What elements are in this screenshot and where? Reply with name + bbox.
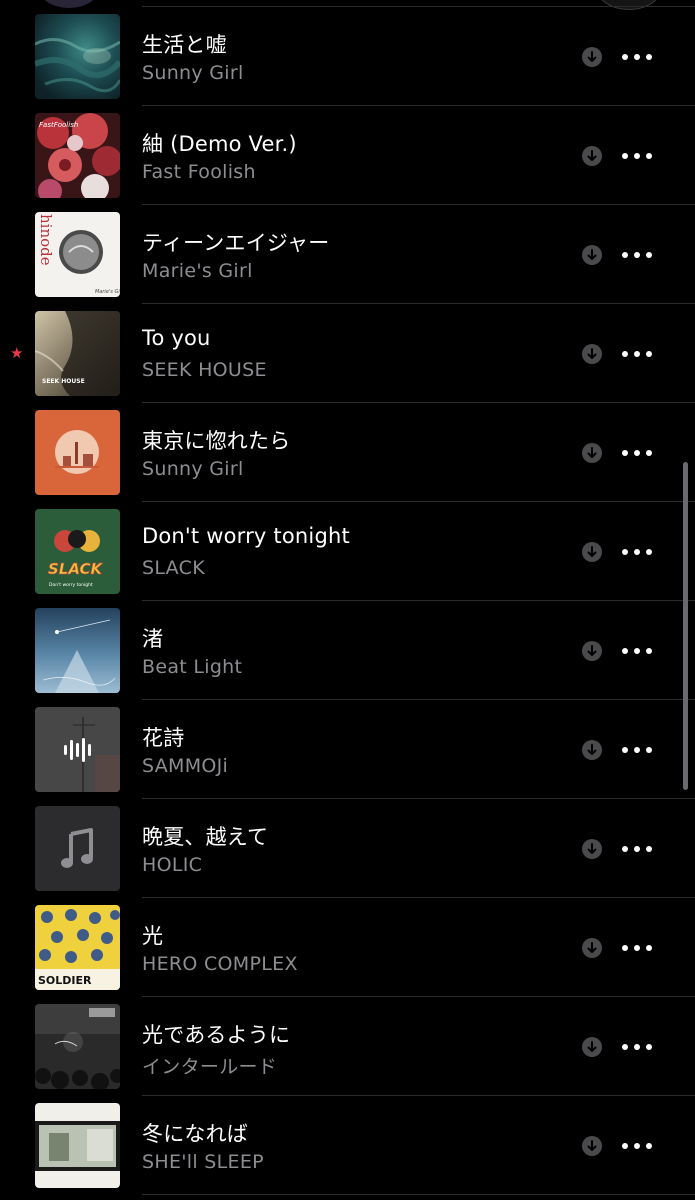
- download-icon[interactable]: [582, 1136, 602, 1156]
- track-row[interactable]: SOLDIER 光 HERO COMPLEX: [0, 898, 695, 997]
- svg-text:FastFoolish: FastFoolish: [39, 121, 78, 129]
- song-list-screen: 生活と嘘 Sunny Girl FastFoolish 紬 (Demo Ver.…: [0, 0, 695, 1200]
- download-icon[interactable]: [582, 740, 602, 760]
- track-title: 光であるように: [142, 1023, 291, 1047]
- download-icon[interactable]: [582, 641, 602, 661]
- track-title: 冬になれば: [142, 1122, 248, 1146]
- more-options-icon[interactable]: [622, 738, 652, 762]
- track-title: Don't worry tonight: [142, 524, 350, 548]
- album-artwork: SOLDIER: [35, 905, 120, 990]
- track-artist: Marie's Girl: [142, 260, 253, 282]
- track-row[interactable]: FastFoolish 紬 (Demo Ver.) Fast Foolish: [0, 106, 695, 205]
- download-icon[interactable]: [582, 245, 602, 265]
- album-artwork: [35, 410, 120, 495]
- track-artist: Beat Light: [142, 656, 243, 678]
- download-icon[interactable]: [582, 839, 602, 859]
- album-artwork: [35, 1103, 120, 1188]
- more-options-icon[interactable]: [622, 342, 652, 366]
- svg-text:hinode: hinode: [37, 214, 55, 266]
- track-title: 渚: [142, 627, 164, 651]
- divider: [142, 1194, 695, 1195]
- svg-text:SOLDIER: SOLDIER: [38, 974, 92, 987]
- svg-text:SEEK HOUSE: SEEK HOUSE: [42, 378, 85, 385]
- track-title: 光: [142, 924, 164, 948]
- track-title: 花詩: [142, 726, 185, 750]
- more-options-icon[interactable]: [622, 1035, 652, 1059]
- track-row[interactable]: 生活と嘘 Sunny Girl: [0, 7, 695, 106]
- track-title: 東京に惚れたら: [142, 429, 291, 453]
- album-artwork: [35, 14, 120, 99]
- more-options-icon[interactable]: [622, 837, 652, 861]
- track-row[interactable]: ★ SEEK HOUSE To you SEEK HOUSE: [0, 304, 695, 403]
- more-options-icon[interactable]: [622, 1134, 652, 1158]
- more-options-icon[interactable]: [622, 936, 652, 960]
- track-artist: SLACK: [142, 557, 205, 579]
- album-artwork: SLACK Don't worry tonight: [35, 509, 120, 594]
- svg-text:Marie's Girl: Marie's Girl: [95, 289, 120, 295]
- track-row[interactable]: 渚 Beat Light: [0, 601, 695, 700]
- more-options-icon[interactable]: [622, 243, 652, 267]
- track-artist: HERO COMPLEX: [142, 953, 298, 975]
- download-icon[interactable]: [582, 146, 602, 166]
- album-artwork: hinode Marie's Girl: [35, 212, 120, 297]
- scrollbar[interactable]: [683, 462, 688, 790]
- album-artwork: [35, 608, 120, 693]
- track-artist: SHE'll SLEEP: [142, 1151, 264, 1173]
- svg-text:SLACK: SLACK: [48, 560, 104, 578]
- track-row[interactable]: SLACK Don't worry tonight Don't worry to…: [0, 502, 695, 601]
- track-artist: Fast Foolish: [142, 161, 256, 183]
- track-row[interactable]: hinode Marie's Girl ティーンエイジャー Marie's Gi…: [0, 205, 695, 304]
- more-options-icon[interactable]: [622, 639, 652, 663]
- download-icon[interactable]: [582, 542, 602, 562]
- track-title: 晩夏、越えて: [142, 825, 269, 849]
- download-icon[interactable]: [582, 1037, 602, 1057]
- download-icon[interactable]: [582, 47, 602, 67]
- track-title: To you: [142, 326, 211, 350]
- track-title: ティーンエイジャー: [142, 231, 330, 255]
- track-title: 紬 (Demo Ver.): [142, 132, 297, 156]
- download-icon[interactable]: [582, 443, 602, 463]
- more-options-icon[interactable]: [622, 540, 652, 564]
- download-icon[interactable]: [582, 938, 602, 958]
- track-artist: Sunny Girl: [142, 458, 244, 480]
- track-row[interactable]: 晩夏、越えて HOLIC: [0, 799, 695, 898]
- track-row[interactable]: 東京に惚れたら Sunny Girl: [0, 403, 695, 502]
- track-artist: インタールード: [142, 1056, 278, 1078]
- album-artwork: FastFoolish: [35, 113, 120, 198]
- more-options-icon[interactable]: [622, 144, 652, 168]
- track-list: 生活と嘘 Sunny Girl FastFoolish 紬 (Demo Ver.…: [0, 7, 695, 1195]
- album-artwork: SEEK HOUSE: [35, 311, 120, 396]
- track-artist: HOLIC: [142, 854, 203, 876]
- track-artist: Sunny Girl: [142, 62, 244, 84]
- more-options-icon[interactable]: [622, 45, 652, 69]
- track-artist: SAMMOJi: [142, 755, 229, 777]
- music-note-icon: [35, 806, 120, 891]
- svg-text:Don't worry tonight: Don't worry tonight: [49, 582, 93, 588]
- download-icon[interactable]: [582, 344, 602, 364]
- track-row[interactable]: 冬になれば SHE'll SLEEP: [0, 1096, 695, 1195]
- track-artist: SEEK HOUSE: [142, 359, 267, 381]
- track-row[interactable]: 光であるように インタールード: [0, 997, 695, 1096]
- more-options-icon[interactable]: [622, 441, 652, 465]
- album-artwork: [35, 1004, 120, 1089]
- track-title: 生活と嘘: [142, 33, 227, 57]
- favorite-star-icon: ★: [10, 344, 24, 362]
- track-row[interactable]: 花詩 SAMMOJi: [0, 700, 695, 799]
- album-artwork-now-playing: [35, 707, 120, 792]
